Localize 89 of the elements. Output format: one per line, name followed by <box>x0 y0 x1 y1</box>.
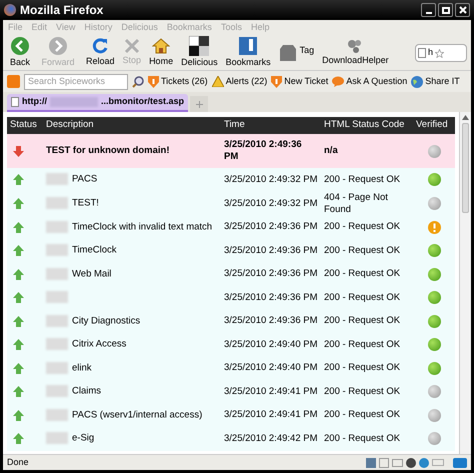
table-cell: 200 - Request OK <box>324 244 400 256</box>
table-cell: PACS (wserv1/internal access) <box>72 410 202 420</box>
table-cell: 3/25/2010 2:49:36 PM <box>224 315 318 326</box>
close-icon <box>458 6 466 14</box>
plus-icon <box>196 100 203 108</box>
home-icon <box>152 37 170 56</box>
table-cell: 200 - Request OK <box>324 174 400 185</box>
toolbar-button[interactable]: Reload <box>83 37 118 69</box>
spiceworks-link[interactable]: Tickets (26) <box>148 74 208 88</box>
page-icon <box>418 48 426 58</box>
molecule-balls-icon <box>347 38 364 54</box>
toolbar-button[interactable]: Back <box>7 36 34 70</box>
spiceworks-link[interactable]: Share IT <box>411 74 460 88</box>
table-cell: 200 - Request OK <box>324 221 400 232</box>
column-header: HTML Status Code <box>321 117 413 134</box>
table-cell: 200 - Request OK <box>324 268 400 280</box>
table-cell: 3/25/2010 2:49:36 PM <box>224 139 302 162</box>
tag-icon <box>278 44 297 62</box>
table-cell: 3/25/2010 2:49:32 PM <box>224 198 318 208</box>
table-cell: Claims <box>72 386 102 397</box>
scrollbar[interactable] <box>459 112 471 454</box>
scroll-up-arrow-icon[interactable] <box>462 115 469 120</box>
table-cell: 3/25/2010 2:49:41 PM <box>224 386 318 397</box>
table-cell: 3/25/2010 2:49:36 PM <box>224 244 318 256</box>
status-bar-icon[interactable] <box>453 458 467 468</box>
table-cell: TimeClock with invalid text match <box>72 222 212 232</box>
globe-icon <box>411 76 424 88</box>
stop-cross-icon <box>124 38 140 54</box>
warning-icon <box>212 76 224 87</box>
scrollbar-thumb[interactable] <box>462 123 469 213</box>
close-button[interactable] <box>455 3 470 17</box>
shield-icon <box>148 76 159 88</box>
table-cell: n/a <box>324 145 338 156</box>
table-cell: TEST for unknown domain! <box>46 145 170 156</box>
table-cell: 3/25/2010 2:49:42 PM <box>224 432 318 444</box>
toolbar-button[interactable]: DownloadHelper <box>319 38 392 68</box>
minimize-button[interactable] <box>421 3 436 17</box>
table-cell: 3/25/2010 2:49:32 PM <box>224 174 318 185</box>
maximize-button[interactable] <box>438 3 453 17</box>
table-cell: 3/25/2010 2:49:40 PM <box>224 362 318 374</box>
browser-logo-icon <box>4 4 16 16</box>
toolbar-button[interactable]: Bookmarks <box>222 36 274 70</box>
table-cell: Citrix Access <box>72 339 126 350</box>
status-bar-icon[interactable] <box>366 458 376 468</box>
star-icon[interactable] <box>435 48 444 58</box>
toolbar-button[interactable]: Delicious <box>178 36 221 70</box>
shield-icon <box>271 76 282 88</box>
toolbar-button[interactable]: Tag <box>276 44 318 62</box>
spiceworks-link[interactable]: Alerts (22) <box>212 74 268 88</box>
table-cell: 3/25/2010 2:49:40 PM <box>224 338 318 350</box>
checkered-square-icon <box>189 36 210 56</box>
toolbar-button[interactable]: Home <box>146 37 176 69</box>
status-text: Done <box>7 456 29 469</box>
table-cell: Web Mail <box>72 268 112 280</box>
search-icon[interactable] <box>132 76 144 88</box>
table-cell: PACS <box>72 174 98 185</box>
column-header: Description <box>43 117 221 134</box>
speech-bubble-icon <box>332 76 344 87</box>
table-cell: 200 - Request OK <box>324 315 400 326</box>
table-cell: TimeClock <box>72 245 117 256</box>
table-cell: 200 - Request OK <box>324 292 400 303</box>
new-tab-button[interactable] <box>190 96 208 112</box>
table-cell: e-Sig <box>72 433 94 444</box>
table-cell: 3/25/2010 2:49:41 PM <box>224 409 318 420</box>
table-cell: 200 - Request OK <box>324 409 400 420</box>
status-bar-icon[interactable] <box>406 458 416 468</box>
table-cell: elink <box>72 362 92 374</box>
column-header: Verified <box>413 117 455 134</box>
column-header: Status <box>7 117 43 134</box>
browser-tab[interactable]: http:// ...bmonitor/test.asp <box>7 94 188 112</box>
table-cell: 3/25/2010 2:49:36 PM <box>224 292 318 303</box>
table-cell: 404 - Page Not Found <box>324 192 388 214</box>
page-icon <box>11 97 19 107</box>
table-cell: 200 - Request OK <box>324 386 400 397</box>
window-title: Mozilla Firefox <box>20 2 104 19</box>
spiceworks-link[interactable]: New Ticket <box>271 74 328 88</box>
table-cell: 200 - Request OK <box>324 432 400 444</box>
column-header: Time <box>221 117 321 134</box>
table-cell: 3/25/2010 2:49:36 PM <box>224 268 318 280</box>
reload-icon <box>91 37 110 56</box>
spiceworks-link[interactable]: Ask A Question <box>332 74 408 88</box>
spiceworks-search-field[interactable]: Search Spiceworks <box>24 74 128 90</box>
table-cell: 200 - Request OK <box>324 338 400 350</box>
table-cell: 3/25/2010 2:49:36 PM <box>224 221 318 232</box>
bookmarks-icon <box>238 36 258 56</box>
table-cell: 200 - Request OK <box>324 362 400 374</box>
address-field[interactable]: h <box>415 44 467 62</box>
table-cell: TEST! <box>72 198 99 209</box>
table-cell: City Diagnostics <box>72 316 140 326</box>
